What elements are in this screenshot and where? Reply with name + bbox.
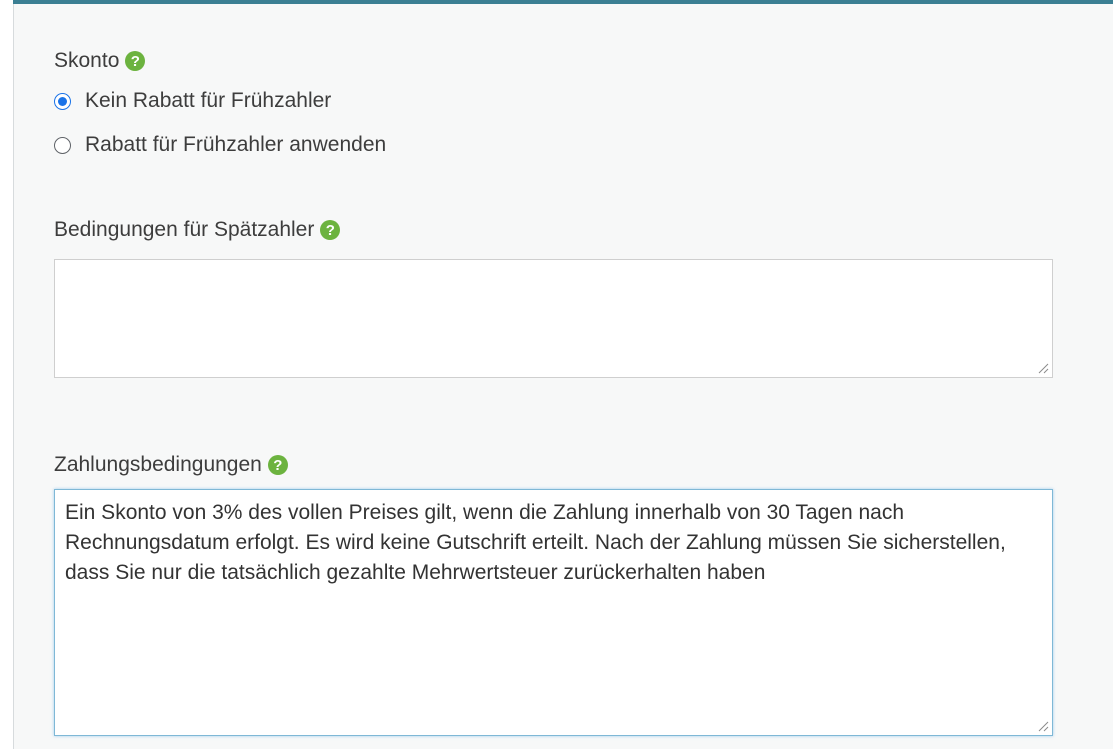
radio-no-discount[interactable]: Kein Rabatt für Frühzahler [54,89,331,113]
late-terms-label: Bedingungen für Spätzahler [54,218,315,241]
radio-button-unchecked[interactable] [54,136,71,154]
help-circle-icon[interactable]: ? [320,220,341,240]
payment-terms-field-label: Zahlungsbedingungen ? [54,453,288,477]
payment-terms-value: Ein Skonto von 3% des vollen Preises gil… [65,501,1006,584]
payment-terms-label: Zahlungsbedingungen [54,453,262,476]
skonto-field-label: Skonto ? [54,49,146,73]
late-terms-textarea[interactable] [54,259,1053,378]
radio-button-checked[interactable] [54,92,71,110]
radio-no-discount-label: Kein Rabatt für Frühzahler [85,89,332,112]
late-terms-field-label: Bedingungen für Spätzahler ? [54,218,341,242]
help-circle-icon[interactable]: ? [267,455,288,475]
payment-terms-textarea[interactable]: Ein Skonto von 3% des vollen Preises gil… [54,489,1053,736]
resize-grip-icon[interactable] [1037,362,1049,374]
skonto-label: Skonto [54,49,120,72]
radio-apply-discount-label: Rabatt für Frühzahler anwenden [85,133,387,156]
radio-apply-discount[interactable]: Rabatt für Frühzahler anwenden [54,133,386,157]
resize-grip-icon[interactable] [1037,720,1049,732]
help-circle-icon[interactable]: ? [125,51,146,71]
